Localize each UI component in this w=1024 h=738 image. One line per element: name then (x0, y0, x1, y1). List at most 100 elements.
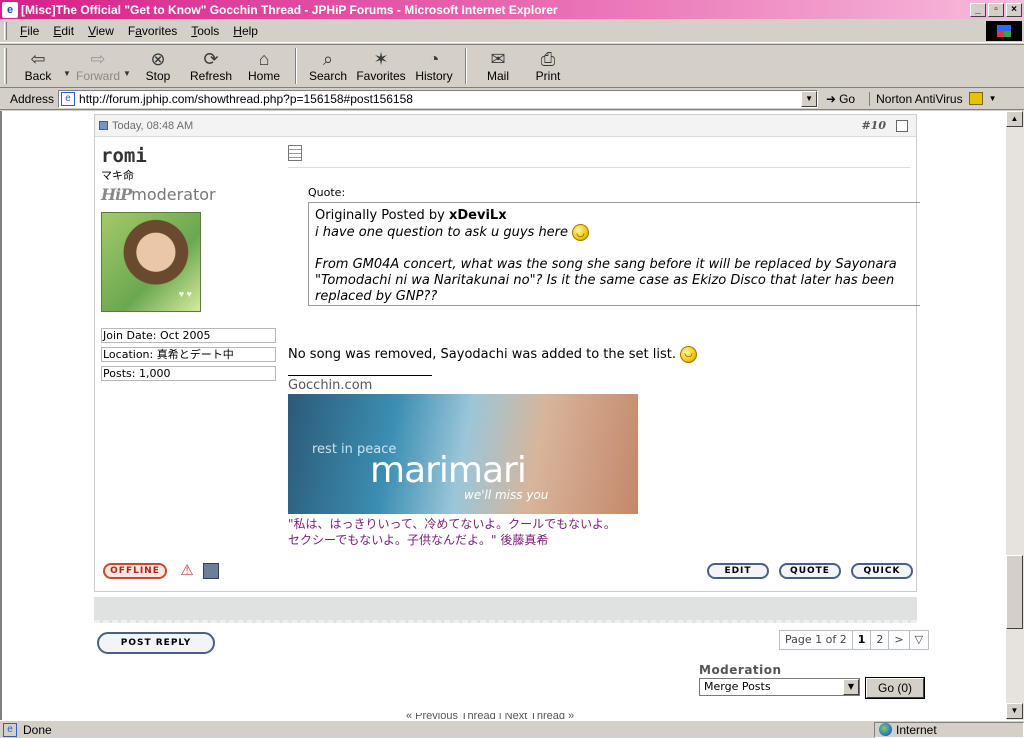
forward-button[interactable]: ⇨ Forward (73, 45, 123, 87)
title-bar: e [Misc]The Official "Get to Know" Gocch… (0, 0, 1024, 19)
windows-logo-icon (986, 21, 1022, 41)
home-button[interactable]: ⌂ Home (239, 45, 289, 87)
vertical-scrollbar[interactable]: ▲ ▼ (1006, 111, 1024, 720)
quick-reply-button[interactable]: QUICK (851, 563, 913, 579)
mail-button[interactable]: ✉ Mail (473, 45, 523, 87)
message-icon (288, 145, 302, 161)
menu-help[interactable]: Help (226, 22, 265, 40)
post-select-checkbox[interactable] (896, 119, 908, 132)
refresh-button[interactable]: ⟳ Refresh (183, 45, 239, 87)
avatar-decoration: ♥ ♥ (178, 289, 192, 299)
home-icon: ⌂ (258, 49, 270, 69)
user-stats: Join Date: Oct 2005 Location: 真希とデート中 Po… (101, 328, 276, 381)
avatar: ♥ ♥ (101, 212, 201, 312)
signature-site: Gocchin.com (288, 378, 373, 393)
pagination: Page 1 of 2 1 2 > ▽ (779, 630, 930, 650)
forward-dropdown-icon[interactable]: ▼ (123, 69, 133, 78)
toolbar-grip (4, 48, 7, 84)
location: Location: 真希とデート中 (101, 347, 276, 362)
scroll-up-icon[interactable]: ▲ (1006, 111, 1023, 127)
menu-view[interactable]: View (81, 22, 121, 40)
back-arrow-icon: ⇦ (30, 49, 46, 69)
status-text: Done (23, 722, 52, 737)
menu-file[interactable]: File (13, 22, 46, 40)
refresh-icon: ⟳ (203, 49, 219, 69)
history-button[interactable]: ◔ History (409, 45, 459, 87)
toolbar-separator (295, 48, 297, 84)
offline-status-badge: OFFLINE (103, 563, 167, 579)
quote-label: Quote: (308, 186, 346, 199)
post-number-link[interactable]: #10 (861, 119, 886, 132)
edit-button[interactable]: EDIT (707, 563, 769, 579)
post-body: Quote: Originally Posted by xDeviLx i ha… (288, 145, 920, 548)
quote-box: Originally Posted by xDeviLx i have one … (308, 202, 920, 306)
address-label: Address (10, 91, 55, 106)
print-button[interactable]: ⎙ Print (523, 45, 573, 87)
norton-antivirus-toolbar[interactable]: Norton AntiVirus ▼ (869, 91, 997, 106)
search-button[interactable]: ⌕ Search (303, 45, 353, 87)
restore-button[interactable]: ▫ (988, 2, 1004, 17)
page-viewport: Today, 08:48 AM #10 romi マキ命 HiPmoderato… (0, 111, 1006, 720)
join-date: Join Date: Oct 2005 (101, 328, 276, 343)
menu-favorites[interactable]: Favorites (121, 22, 184, 40)
forum-post: Today, 08:48 AM #10 romi マキ命 HiPmoderato… (94, 114, 920, 592)
post-icon (99, 121, 108, 130)
minimize-button[interactable]: _ (970, 2, 986, 17)
post-reply-button[interactable]: POST REPLY (97, 632, 215, 654)
page-label: Page 1 of 2 (779, 630, 853, 650)
menu-grip (4, 21, 7, 40)
next-page-link[interactable]: > (888, 630, 910, 650)
computer-icon[interactable] (203, 563, 219, 579)
chevron-down-icon[interactable]: ▼ (843, 679, 859, 695)
quote-button[interactable]: QUOTE (779, 563, 841, 579)
post-message: No song was removed, Sayodachi was added… (288, 346, 916, 363)
norton-icon (968, 92, 983, 105)
back-button[interactable]: ⇦ Back (13, 45, 63, 87)
smiley-icon (572, 224, 590, 242)
window-title: [Misc]The Official "Get to Know" Gocchin… (21, 2, 558, 17)
menu-tools[interactable]: Tools (184, 22, 226, 40)
page-1[interactable]: 1 (851, 630, 872, 650)
user-info: romi マキ命 HiPmoderator ♥ ♥ Join Date: Oct… (101, 145, 281, 385)
thread-nav-links[interactable]: « Previous Thread | Next Thread » (406, 713, 574, 719)
moderation-panel: Moderation Merge Posts ▼ Go (0) (699, 663, 925, 699)
signature-divider (288, 375, 432, 376)
quote-line-1: i have one question to ask u guys here (315, 225, 569, 240)
history-icon: ◔ (428, 49, 440, 69)
scroll-down-icon[interactable]: ▼ (1006, 703, 1023, 719)
menu-edit[interactable]: Edit (46, 22, 81, 40)
moderation-label: Moderation (699, 663, 782, 677)
moderation-go-button[interactable]: Go (0) (865, 677, 925, 699)
page-2[interactable]: 2 (870, 630, 890, 650)
search-icon: ⌕ (322, 49, 334, 69)
username-link[interactable]: romi (101, 145, 281, 167)
favorites-button[interactable]: ✶ Favorites (353, 45, 409, 87)
quote-line-4: replaced by GNP?? (315, 289, 438, 304)
scrollbar-thumb[interactable] (1006, 555, 1023, 629)
menu-bar: File Edit View Favorites Tools Help (0, 19, 1024, 43)
moderation-select[interactable]: Merge Posts ▼ (699, 678, 860, 696)
page-icon: e (61, 91, 76, 106)
quote-originally: Originally Posted by (315, 208, 445, 223)
go-arrow-icon: ➜ (826, 91, 837, 106)
banner-title: marimari (370, 450, 527, 491)
back-dropdown-icon[interactable]: ▼ (63, 69, 73, 78)
stop-button[interactable]: ⊗ Stop (133, 45, 183, 87)
post-count: Posts: 1,000 (101, 366, 276, 381)
close-button[interactable]: × (1006, 2, 1022, 17)
mail-icon: ✉ (490, 49, 506, 69)
stop-icon: ⊗ (150, 49, 166, 69)
page-menu-icon[interactable]: ▽ (908, 630, 930, 650)
go-button[interactable]: ➜ Go (826, 92, 855, 106)
report-warning-icon[interactable]: ⚠ (179, 563, 195, 579)
print-icon: ⎙ (540, 49, 556, 69)
norton-dropdown-icon[interactable]: ▼ (989, 94, 997, 103)
signature-quote: "私は、はっきりいって、冷めてないよ。クールでもないよ。 セクシーでもないよ。子… (288, 517, 616, 547)
address-url[interactable]: http://forum.jphip.com/showthread.php?p=… (79, 92, 413, 106)
security-zone: Internet (874, 721, 1024, 738)
address-bar: Address e http://forum.jphip.com/showthr… (0, 88, 1024, 110)
favorites-folder-icon: ✶ (373, 49, 389, 69)
address-dropdown-icon[interactable]: ▼ (801, 90, 818, 107)
smiley-icon (680, 346, 698, 363)
address-input[interactable]: e http://forum.jphip.com/showthread.php?… (58, 89, 819, 108)
